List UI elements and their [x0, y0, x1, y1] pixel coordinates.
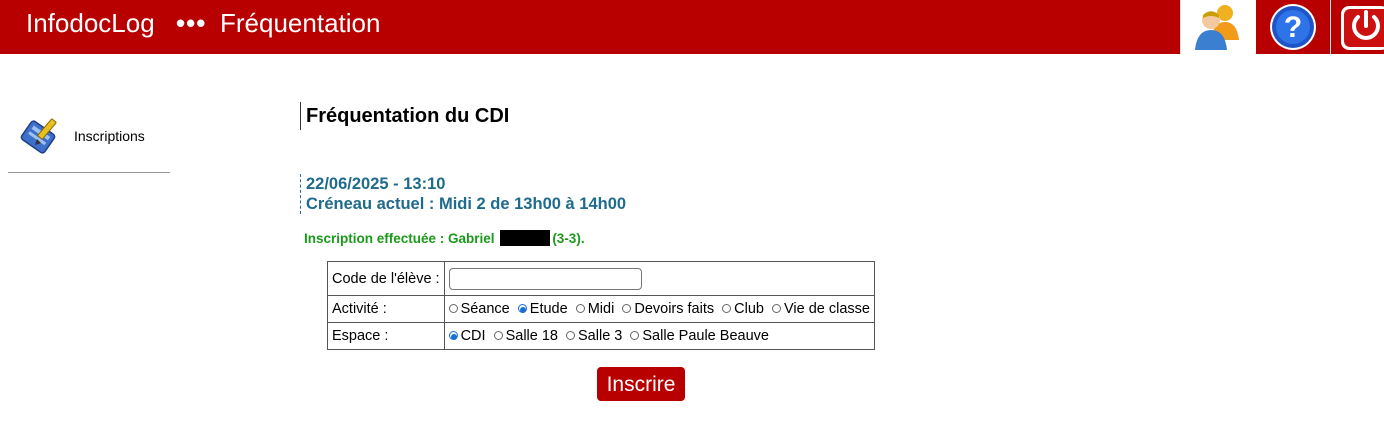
current-datetime: 22/06/2025 - 13:10 [306, 175, 446, 193]
sidebar-item-label: Inscriptions [74, 128, 145, 144]
logout-button[interactable] [1330, 0, 1384, 54]
radio-dot [630, 331, 640, 340]
inscrire-button[interactable]: Inscrire [597, 367, 685, 401]
radio-dot-checked [517, 304, 527, 313]
help-button[interactable]: ? [1258, 0, 1328, 54]
radio-dot [722, 304, 732, 313]
success-suffix: (3-3). [552, 231, 585, 246]
space-radio-salle-3[interactable]: Salle 3 [566, 328, 622, 344]
success-message: Inscription effectuée : Gabriel (3-3). [304, 230, 585, 248]
activity-radio-vie-de-classe[interactable]: Vie de classe [772, 301, 870, 317]
space-radio-salle-paule-beauve[interactable]: Salle Paule Beauve [630, 328, 769, 344]
users-button[interactable] [1180, 0, 1256, 54]
activity-radio-club[interactable]: Club [722, 301, 764, 317]
radio-dot [566, 331, 576, 340]
activity-options: Séance Etude Midi Devoirs faits Club Vie… [443, 295, 876, 323]
power-icon [1341, 6, 1384, 50]
page-title: Fréquentation du CDI [300, 102, 509, 130]
code-cell [443, 261, 876, 296]
radio-dot [575, 304, 585, 313]
activity-radio-midi[interactable]: Midi [575, 301, 614, 317]
space-radio-cdi[interactable]: CDI [448, 328, 486, 344]
radio-dot-checked [448, 331, 458, 340]
help-icon: ? [1270, 4, 1316, 50]
users-icon [1195, 5, 1239, 50]
current-slot-info: 22/06/2025 - 13:10 Créneau actuel : Midi… [300, 174, 626, 214]
space-label: Espace : [327, 322, 445, 350]
code-label: Code de l'élève : [327, 261, 445, 296]
inscription-form: Code de l'élève : Activité : Séance Etud… [327, 261, 876, 350]
activity-radio-seance[interactable]: Séance [448, 301, 510, 317]
space-radio-salle-18[interactable]: Salle 18 [493, 328, 558, 344]
section-title: Fréquentation [220, 8, 381, 38]
app-title[interactable]: InfodocLog [26, 7, 155, 39]
radio-dot [448, 304, 458, 313]
inscriptions-icon [20, 118, 57, 154]
space-options: CDI Salle 18 Salle 3 Salle Paule Beauve [443, 322, 876, 350]
svg-text:?: ? [1284, 11, 1302, 44]
sidebar-item-inscriptions[interactable]: Inscriptions [20, 112, 170, 162]
radio-dot [493, 331, 503, 340]
activity-radio-devoirs-faits[interactable]: Devoirs faits [622, 301, 714, 317]
activity-label: Activité : [327, 295, 445, 323]
redacted-name [500, 230, 551, 246]
student-code-input[interactable] [448, 267, 642, 290]
activity-radio-etude[interactable]: Etude [517, 301, 568, 317]
success-prefix: Inscription effectuée : Gabriel [304, 231, 495, 246]
radio-dot [622, 304, 632, 313]
radio-dot [772, 304, 782, 313]
current-slot: Créneau actuel : Midi 2 de 13h00 à 14h00 [306, 195, 627, 213]
breadcrumb-separator: ••• [176, 8, 207, 38]
sidebar-divider [8, 172, 170, 173]
top-bar: InfodocLog ••• Fréquentation ? [0, 0, 1384, 54]
